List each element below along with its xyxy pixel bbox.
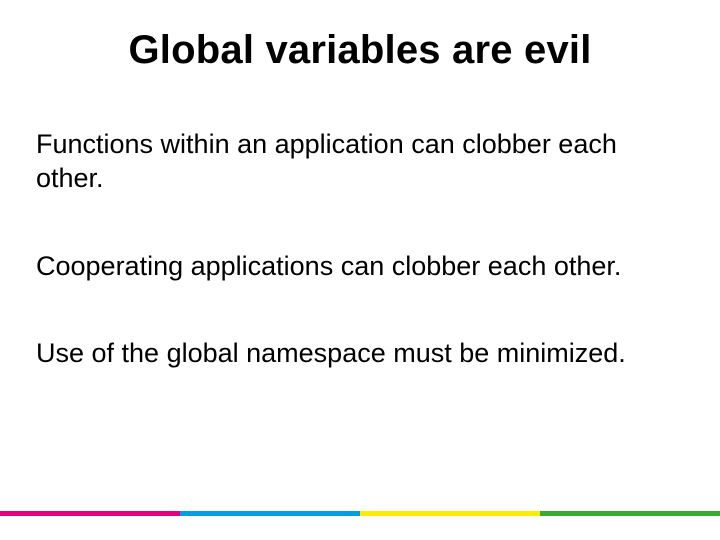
slide: Global variables are evil Functions with… — [0, 0, 720, 540]
footer-stripe — [540, 511, 720, 516]
bullet-point: Functions within an application can clob… — [36, 128, 672, 196]
footer-stripe — [360, 511, 540, 516]
slide-body: Functions within an application can clob… — [36, 128, 672, 425]
slide-title: Global variables are evil — [0, 28, 720, 73]
bullet-point: Cooperating applications can clobber eac… — [36, 250, 672, 284]
footer-stripe — [180, 511, 360, 516]
bullet-point: Use of the global namespace must be mini… — [36, 337, 672, 371]
footer-accent-bar — [0, 511, 720, 516]
footer-stripe — [0, 511, 180, 516]
